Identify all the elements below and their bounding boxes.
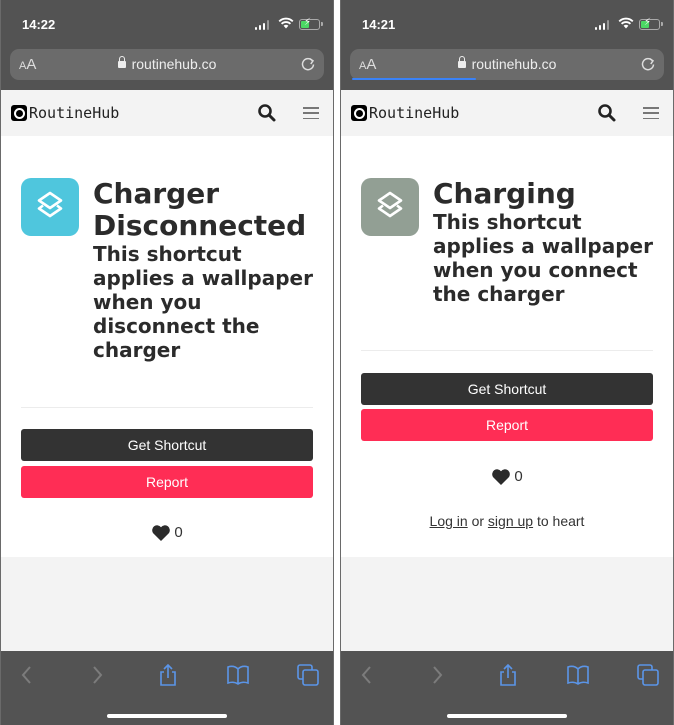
hamburger-menu-icon[interactable] [303, 107, 319, 119]
safari-toolbar [341, 651, 673, 725]
shortcut-description: This shortcut applies a wallpaper when y… [93, 242, 313, 362]
url-text: routinehub.co [471, 56, 557, 72]
routinehub-logo-icon [11, 105, 27, 121]
get-shortcut-button[interactable]: Get Shortcut [361, 373, 653, 405]
lock-icon [457, 56, 466, 68]
wifi-icon [618, 17, 634, 29]
battery-charging-icon: ⚡ [639, 17, 663, 30]
tabs-icon[interactable] [296, 663, 320, 687]
screen-charger-disconnected: 14:22 ⚡ AA routinehub.co RoutineHub Char… [0, 0, 334, 725]
address-bar[interactable]: AA routinehub.co [350, 49, 664, 80]
site-navbar: RoutineHub [1, 90, 333, 136]
get-shortcut-button[interactable]: Get Shortcut [21, 429, 313, 461]
signal-icon [254, 20, 269, 30]
heart-count-value: 0 [514, 468, 523, 485]
bookmarks-icon[interactable] [226, 663, 250, 687]
status-bar: 14:21 ⚡ [341, 0, 673, 46]
page-load-progress [352, 78, 476, 80]
home-indicator[interactable] [107, 714, 227, 718]
routinehub-logo-icon [351, 105, 367, 121]
report-button[interactable]: Report [361, 409, 653, 441]
home-indicator[interactable] [447, 714, 567, 718]
wifi-icon [278, 17, 294, 29]
forward-icon[interactable] [85, 663, 109, 687]
back-icon[interactable] [15, 663, 39, 687]
site-navbar: RoutineHub [341, 90, 673, 136]
divider [361, 350, 653, 351]
brand-name: RoutineHub [29, 104, 120, 122]
address-bar[interactable]: AA routinehub.co [10, 49, 324, 80]
share-icon[interactable] [496, 663, 520, 687]
shortcut-icon [21, 178, 79, 236]
back-icon[interactable] [355, 663, 379, 687]
share-icon[interactable] [156, 663, 180, 687]
heart-count: 0 [341, 468, 673, 486]
shortcut-title: Charging [433, 177, 576, 210]
screen-charging: 14:21 ⚡ AA routinehub.co RoutineHub Char… [340, 0, 674, 725]
battery-charging-icon: ⚡ [299, 17, 323, 30]
lock-icon [117, 56, 126, 68]
status-time: 14:21 [362, 17, 396, 32]
shortcut-detail: Charger Disconnected This shortcut appli… [1, 136, 333, 557]
safari-toolbar [1, 651, 333, 725]
forward-icon[interactable] [425, 663, 449, 687]
login-prompt: Log in or sign up to heart [341, 513, 673, 529]
status-bar: 14:22 ⚡ [1, 0, 333, 46]
reload-icon[interactable] [639, 55, 657, 73]
heart-count: 0 [1, 524, 333, 542]
hamburger-menu-icon[interactable] [643, 107, 659, 119]
brand-name: RoutineHub [369, 104, 460, 122]
brand-link[interactable]: RoutineHub [351, 104, 459, 122]
divider [21, 407, 313, 408]
browser-address-area: AA routinehub.co [1, 46, 333, 90]
shortcut-title: Charger Disconnected [93, 177, 307, 242]
shortcut-description: This shortcut applies a wallpaper when y… [433, 210, 653, 306]
report-button[interactable]: Report [21, 466, 313, 498]
signal-icon [594, 20, 609, 30]
heart-icon[interactable] [491, 468, 511, 486]
shortcut-detail: Charging This shortcut applies a wallpap… [341, 136, 673, 557]
heart-icon[interactable] [151, 524, 171, 542]
to-heart-text: to heart [533, 513, 585, 529]
search-icon[interactable] [597, 103, 617, 123]
shortcuts-layers-icon [377, 191, 403, 218]
reload-icon[interactable] [299, 55, 317, 73]
brand-link[interactable]: RoutineHub [11, 104, 119, 122]
shortcut-icon [361, 178, 419, 236]
browser-address-area: AA routinehub.co [341, 46, 673, 90]
or-text: or [467, 513, 488, 529]
signup-link[interactable]: sign up [488, 513, 533, 529]
shortcuts-layers-icon [37, 191, 63, 218]
tabs-icon[interactable] [636, 663, 660, 687]
bookmarks-icon[interactable] [566, 663, 590, 687]
login-link[interactable]: Log in [430, 513, 468, 529]
url-text: routinehub.co [131, 56, 217, 72]
search-icon[interactable] [257, 103, 277, 123]
heart-count-value: 0 [174, 524, 183, 541]
status-time: 14:22 [22, 17, 56, 32]
